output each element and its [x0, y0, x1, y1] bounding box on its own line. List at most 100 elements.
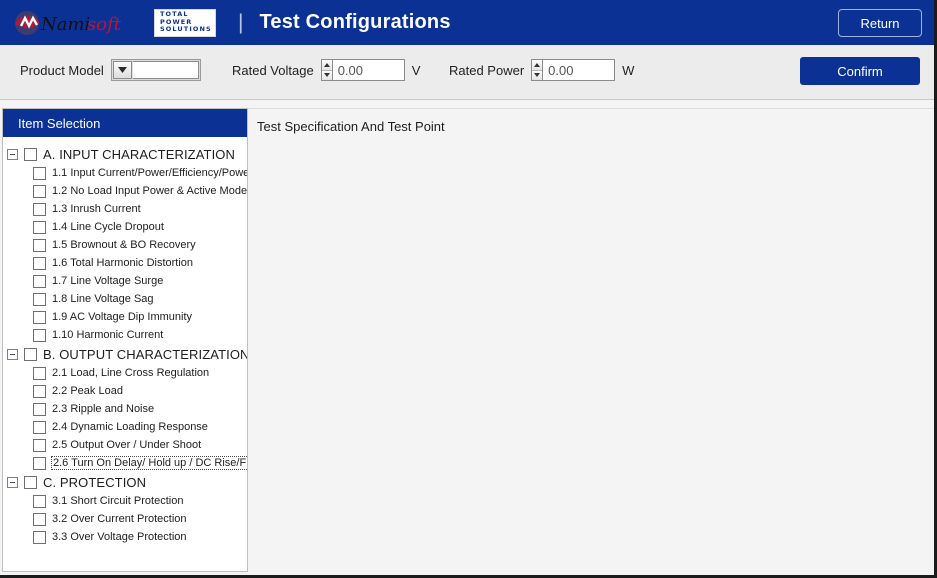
rated-voltage-spinner[interactable]: 0.00 — [320, 59, 405, 81]
tree-item-checkbox[interactable] — [33, 402, 46, 416]
tree-item-checkbox[interactable] — [33, 494, 46, 508]
rated-power-input[interactable]: 0.00 — [543, 59, 616, 81]
svg-text:soft: soft — [87, 14, 122, 35]
tree-item-checkbox[interactable] — [33, 256, 46, 270]
tree-item-checkbox[interactable] — [33, 384, 46, 398]
tree-item-checkbox[interactable] — [33, 166, 46, 180]
app-window: Nami soft TOTAL POWER SOLUTIONS | Test C… — [0, 0, 937, 578]
tree-group-checkbox[interactable] — [24, 347, 37, 361]
tree-item-checkbox[interactable] — [33, 184, 46, 198]
rated-power-label: Rated Power — [449, 62, 525, 78]
collapse-minus-icon[interactable] — [7, 476, 18, 488]
product-model-input[interactable] — [132, 61, 199, 79]
content-area: Item Selection A. INPUT CHARACTERIZATION… — [0, 100, 934, 575]
stepper-down-icon[interactable] — [532, 70, 543, 80]
test-specification-title: Test Specification And Test Point — [257, 119, 445, 134]
test-specification-panel: Test Specification And Test Point — [248, 108, 934, 575]
tree-item-label: 3.3 Over Voltage Protection — [52, 531, 187, 543]
tree-item-checkbox[interactable] — [33, 220, 46, 234]
tree-item-row[interactable]: 2.3 Ripple and Noise — [3, 400, 247, 418]
tree-item-row[interactable]: 3.3 Over Voltage Protection — [3, 528, 247, 546]
tree-item-label: 2.1 Load, Line Cross Regulation — [52, 367, 210, 379]
tree-item-label: 1.10 Harmonic Current — [52, 329, 164, 341]
product-model-group: Product Model — [20, 59, 201, 81]
tree-item-label: 1.4 Line Cycle Dropout — [52, 221, 164, 233]
tree-item-row[interactable]: 3.1 Short Circuit Protection — [3, 492, 247, 510]
parameter-toolbar: Product Model Rated Voltage 0.00 V Rated… — [0, 45, 934, 100]
rated-voltage-stepper[interactable] — [320, 59, 333, 81]
page-title: Test Configurations — [259, 11, 451, 33]
tree-item-row[interactable]: 1.4 Line Cycle Dropout — [3, 218, 247, 236]
item-selection-tree[interactable]: A. INPUT CHARACTERIZATION 1.1 Input Curre… — [3, 137, 247, 571]
svg-text:Nami: Nami — [40, 14, 90, 35]
tree-item-label: 2.2 Peak Load — [52, 385, 123, 397]
tree-item-label: 1.6 Total Harmonic Distortion — [52, 257, 194, 269]
stepper-up-icon[interactable] — [321, 60, 332, 71]
tree-item-label: 2.5 Output Over / Under Shoot — [52, 439, 202, 451]
tree-item-row[interactable]: 1.9 AC Voltage Dip Immunity — [3, 308, 247, 326]
tree-item-row[interactable]: 2.5 Output Over / Under Shoot — [3, 436, 247, 454]
tree-item-row[interactable]: 1.8 Line Voltage Sag — [3, 290, 247, 308]
total-power-solutions-badge: TOTAL POWER SOLUTIONS — [154, 8, 216, 37]
item-selection-header: Item Selection — [3, 109, 247, 137]
tree-item-label: 1.3 Inrush Current — [52, 203, 141, 215]
tree-item-checkbox[interactable] — [33, 310, 46, 324]
tree-item-row[interactable]: 2.2 Peak Load — [3, 382, 247, 400]
tree-item-label: 2.4 Dynamic Loading Response — [52, 421, 208, 433]
tree-item-checkbox[interactable] — [33, 328, 46, 342]
rated-voltage-input[interactable]: 0.00 — [332, 59, 405, 81]
tree-item-checkbox[interactable] — [33, 202, 46, 216]
tree-item-row[interactable]: 2.6 Turn On Delay/ Hold up / DC Rise/F: — [3, 454, 247, 472]
rated-power-stepper[interactable] — [531, 59, 544, 81]
tree-item-checkbox[interactable] — [33, 438, 46, 452]
rated-power-unit: W — [622, 62, 635, 78]
tree-item-row[interactable]: 2.4 Dynamic Loading Response — [3, 418, 247, 436]
product-model-combobox[interactable] — [110, 59, 201, 81]
chevron-down-icon[interactable] — [112, 61, 132, 79]
stepper-down-icon[interactable] — [321, 70, 332, 80]
collapse-minus-icon[interactable] — [7, 348, 18, 360]
tree-item-checkbox[interactable] — [33, 292, 46, 306]
tree-item-row[interactable]: 1.5 Brownout & BO Recovery — [3, 236, 247, 254]
tree-item-checkbox[interactable] — [33, 530, 46, 544]
tree-item-label: 1.8 Line Voltage Sag — [52, 293, 154, 305]
tree-group-row[interactable]: C. PROTECTION — [3, 472, 247, 492]
title-separator: | — [238, 10, 244, 34]
tree-item-row[interactable]: 1.6 Total Harmonic Distortion — [3, 254, 247, 272]
tree-item-checkbox[interactable] — [33, 420, 46, 434]
tree-item-row[interactable]: 1.1 Input Current/Power/Efficiency/Powe — [3, 164, 247, 182]
tree-item-label: 1.1 Input Current/Power/Efficiency/Powe — [52, 167, 247, 179]
brand-logo: Nami soft TOTAL POWER SOLUTIONS — [14, 8, 216, 37]
tree-item-checkbox[interactable] — [33, 512, 46, 526]
stepper-up-icon[interactable] — [532, 60, 543, 71]
product-model-label: Product Model — [20, 62, 104, 78]
rated-voltage-label: Rated Voltage — [232, 62, 314, 78]
tree-item-label: 2.6 Turn On Delay/ Hold up / DC Rise/F: — [51, 456, 247, 470]
tree-item-row[interactable]: 3.2 Over Current Protection — [3, 510, 247, 528]
return-button[interactable]: Return — [838, 9, 922, 37]
tree-group-checkbox[interactable] — [24, 475, 37, 489]
tree-item-row[interactable]: 2.1 Load, Line Cross Regulation — [3, 364, 247, 382]
tree-item-label: 1.9 AC Voltage Dip Immunity — [52, 311, 193, 323]
title-bar: Nami soft TOTAL POWER SOLUTIONS | Test C… — [0, 0, 934, 45]
tree-item-label: 1.7 Line Voltage Surge — [52, 275, 164, 287]
tree-item-checkbox[interactable] — [33, 366, 46, 380]
tree-item-row[interactable]: 1.2 No Load Input Power & Active Mode I — [3, 182, 247, 200]
tree-group-row[interactable]: A. INPUT CHARACTERIZATION — [3, 144, 247, 164]
rated-voltage-unit: V — [411, 62, 421, 78]
tree-item-row[interactable]: 1.10 Harmonic Current — [3, 326, 247, 344]
tree-item-checkbox[interactable] — [33, 238, 46, 252]
tree-item-checkbox[interactable] — [33, 456, 46, 470]
tree-item-row[interactable]: 1.7 Line Voltage Surge — [3, 272, 247, 290]
tree-item-label: 3.1 Short Circuit Protection — [52, 495, 184, 507]
item-selection-panel: Item Selection A. INPUT CHARACTERIZATION… — [2, 108, 248, 572]
collapse-minus-icon[interactable] — [7, 148, 18, 160]
tree-group-checkbox[interactable] — [24, 147, 37, 161]
tree-group-label: C. PROTECTION — [43, 474, 147, 490]
rated-power-spinner[interactable]: 0.00 — [531, 59, 616, 81]
tree-item-row[interactable]: 1.3 Inrush Current — [3, 200, 247, 218]
rated-voltage-group: Rated Voltage 0.00 V — [232, 59, 420, 81]
tree-group-row[interactable]: B. OUTPUT CHARACTERIZATION — [3, 344, 247, 364]
tree-item-checkbox[interactable] — [33, 274, 46, 288]
confirm-button[interactable]: Confirm — [800, 57, 920, 85]
